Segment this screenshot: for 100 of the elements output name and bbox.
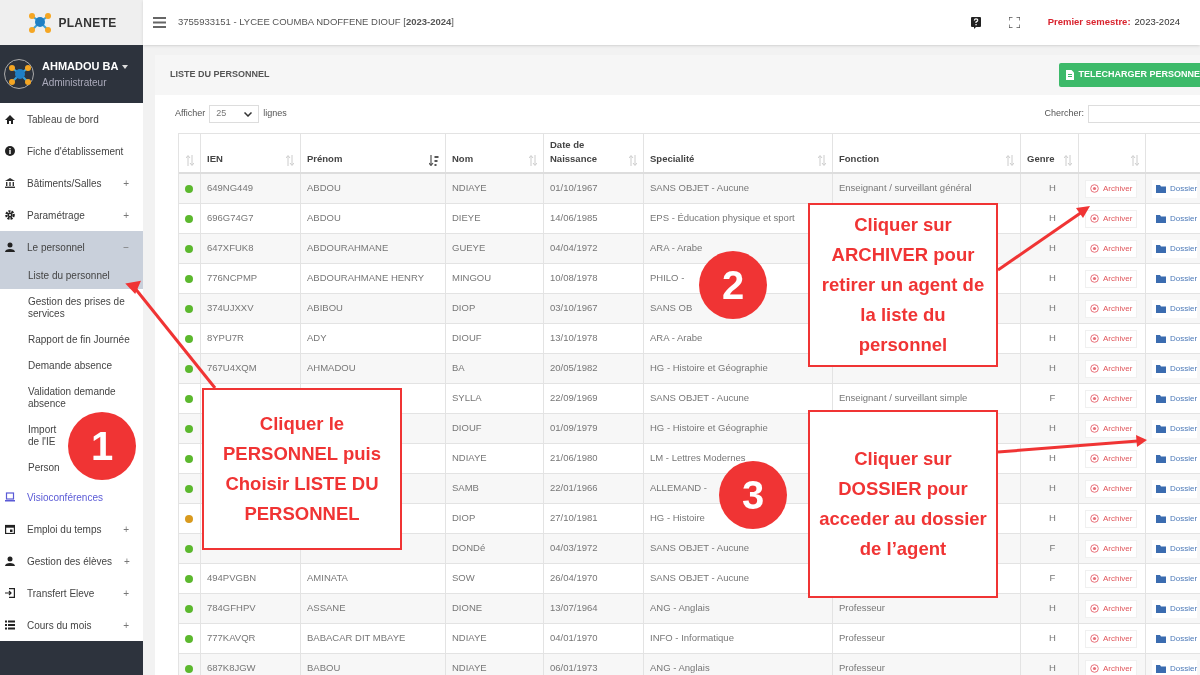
archive-button[interactable]: Archiver [1085, 569, 1138, 588]
cancel-circle-icon [1090, 664, 1099, 673]
archive-button[interactable]: Archiver [1085, 449, 1138, 468]
folder-button[interactable]: Dossier [1152, 599, 1198, 618]
folder-button[interactable]: Dossier [1152, 659, 1198, 675]
archive-button[interactable]: Archiver [1085, 179, 1138, 198]
submenu-item[interactable]: Rapport de fin Journée [28, 334, 130, 346]
column-header[interactable]: Genre [1027, 152, 1064, 166]
user-name[interactable]: AHMADOU BA [42, 58, 119, 75]
sidebar-item[interactable]: Bâtiments/Salles + [0, 167, 143, 199]
table-cell: H [1049, 301, 1056, 316]
archive-button[interactable]: Archiver [1085, 269, 1138, 288]
column-header[interactable]: Nom [452, 152, 522, 166]
archive-button[interactable]: Archiver [1085, 389, 1138, 408]
sidebar-item[interactable]: Fiche d'établissement [0, 135, 143, 167]
table-cell: 22/09/1969 [550, 391, 598, 406]
folder-icon [1156, 634, 1166, 643]
archive-button[interactable]: Archiver [1085, 479, 1138, 498]
archive-button[interactable]: Archiver [1085, 659, 1138, 675]
folder-icon [1156, 394, 1166, 403]
table-cell: ABDOURAHMANE [307, 241, 389, 256]
table-cell: H [1049, 421, 1056, 436]
download-button[interactable]: TELECHARGER PERSONNE [1059, 63, 1200, 87]
archive-button[interactable]: Archiver [1085, 419, 1138, 438]
folder-icon [1156, 544, 1166, 553]
semester-label: Premier semestre: [1047, 15, 1131, 30]
cancel-circle-icon [1090, 304, 1099, 313]
submenu-item[interactable]: Validation demande absence [28, 386, 133, 410]
table-cell: DIOUF [452, 421, 482, 436]
archive-button[interactable]: Archiver [1085, 599, 1138, 618]
settings-icon [5, 210, 15, 220]
table-cell: F [1049, 541, 1056, 556]
archive-button[interactable]: Archiver [1085, 359, 1138, 378]
table-cell: NDIAYE [452, 631, 487, 646]
submenu-item[interactable]: Demande absence [28, 360, 112, 372]
archive-button[interactable]: Archiver [1085, 509, 1138, 528]
archive-button[interactable]: Archiver [1085, 629, 1138, 648]
archive-button[interactable]: Archiver [1085, 209, 1138, 228]
table-cell: MINGOU [452, 271, 492, 286]
sidebar-item[interactable]: Visioconférences [0, 481, 143, 513]
submenu-item[interactable]: Import de l'IE [28, 424, 68, 448]
folder-icon [1156, 364, 1166, 373]
table-cell: 22/01/1966 [550, 481, 598, 496]
table-cell: H [1049, 601, 1056, 616]
toggle-sign[interactable]: + [123, 175, 129, 191]
toggle-sign[interactable]: + [123, 207, 129, 223]
panel-title: LISTE DU PERSONNEL [170, 68, 270, 82]
folder-button[interactable]: Dossier [1152, 179, 1198, 198]
list-icon [5, 620, 15, 630]
folder-icon [1156, 574, 1166, 583]
table-cell: 20/05/1982 [550, 361, 598, 376]
column-header[interactable]: Date de Naissance [550, 138, 620, 166]
column-header[interactable]: Fonction [839, 152, 909, 166]
table-cell: ALLEMAND - [650, 481, 707, 496]
submenu-item[interactable]: Person [28, 462, 60, 474]
toggle-sign[interactable]: − [123, 239, 129, 255]
sidebar-item[interactable]: Transfert Eleve + [0, 577, 143, 609]
sign-in-icon [5, 588, 15, 598]
archive-button[interactable]: Archiver [1085, 329, 1138, 348]
search-field[interactable] [1088, 105, 1200, 123]
folder-button[interactable]: Dossier [1152, 359, 1198, 378]
table-cell: 01/10/1967 [550, 181, 598, 196]
page-size-select[interactable]: 25 [209, 105, 260, 123]
cancel-circle-icon [1090, 364, 1099, 373]
sidebar-item[interactable]: Le personnel − [0, 231, 143, 263]
table-cell: BABACAR DIT MBAYE [307, 631, 406, 646]
folder-button[interactable]: Dossier [1152, 479, 1198, 498]
folder-button[interactable]: Dossier [1152, 419, 1198, 438]
sidebar-item[interactable]: Emploi du temps + [0, 513, 143, 545]
toggle-sign[interactable]: + [123, 585, 129, 601]
column-header[interactable]: Specialité [650, 152, 720, 166]
chevron-down-icon [244, 111, 253, 117]
submenu-item[interactable]: Gestion des prises de services [28, 296, 133, 320]
folder-button[interactable]: Dossier [1152, 299, 1198, 318]
sidebar-item[interactable]: Tableau de bord [0, 103, 143, 135]
archive-button[interactable]: Archiver [1085, 239, 1138, 258]
folder-icon [1156, 604, 1166, 613]
table-cell: PHILO - [650, 271, 685, 286]
column-header[interactable]: IEN [207, 152, 277, 166]
sidebar-item[interactable]: Paramétrage + [0, 199, 143, 231]
toggle-sign[interactable]: + [123, 617, 129, 633]
table-cell: 767U4XQM [207, 361, 257, 376]
brand-name: PLANETE [58, 14, 117, 32]
table-cell: HG - Histoire et Géographie [650, 421, 768, 436]
sidebar-item[interactable]: Gestion des élèves + [0, 545, 143, 577]
toggle-sign[interactable]: + [123, 521, 129, 537]
table-cell: 10/08/1978 [550, 271, 598, 286]
column-header[interactable]: Prénom [307, 152, 377, 166]
table-cell: ANG - Anglais [650, 601, 710, 616]
table-cell: HG - Histoire [650, 511, 705, 526]
person-icon [5, 242, 15, 252]
folder-button[interactable]: Dossier [1152, 539, 1198, 558]
table-cell: SANS OBJET - Aucune [650, 391, 750, 406]
table-cell: ABDOU [307, 211, 341, 226]
cancel-circle-icon [1090, 184, 1099, 193]
toggle-sign[interactable]: + [124, 553, 130, 569]
archive-button[interactable]: Archiver [1085, 539, 1138, 558]
folder-button[interactable]: Dossier [1152, 239, 1198, 258]
archive-button[interactable]: Archiver [1085, 299, 1138, 318]
sidebar-item[interactable]: Cours du mois + [0, 609, 143, 641]
